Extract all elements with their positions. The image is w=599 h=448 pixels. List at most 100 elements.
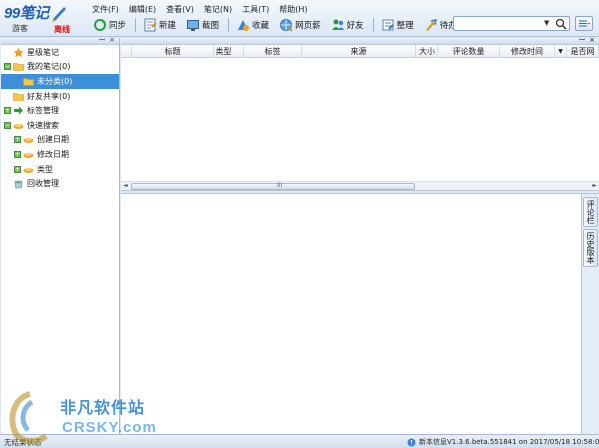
scroll-right-icon[interactable]: ► [592, 182, 597, 189]
column-header-sort[interactable]: ▼ [555, 45, 567, 58]
version-info-text[interactable]: 新本信息V1.3.6.beta.551841 on 2017/05/18 10:… [419, 437, 599, 447]
menu-view[interactable]: 查看(V) [166, 4, 194, 15]
organize-button[interactable]: 整理 [379, 17, 416, 33]
tree-item[interactable]: + 标签管理 [1, 103, 119, 118]
menu-help[interactable]: 帮助(H) [279, 4, 307, 15]
tree-item-label: 我的笔记(0) [27, 62, 71, 72]
collapse-icon[interactable]: − [4, 63, 11, 71]
tree-item[interactable]: 好友共享(0) [1, 89, 119, 104]
screenshot-icon [187, 20, 200, 31]
status-right: 新本信息V1.3.6.beta.551841 on 2017/05/18 10:… [407, 437, 599, 447]
column-header-tags[interactable]: 标签 [244, 45, 302, 58]
tree-item[interactable]: 回收管理 [1, 176, 119, 191]
tree-item-label: 未分类(0) [37, 76, 73, 86]
expand-icon[interactable]: + [14, 165, 21, 173]
note-list-panel: ꟷ × 标题 类型 标签 来源 大小 评论数量 修改时间 ▼ 是否网 ◄ III ► [121, 36, 599, 190]
tree-item[interactable]: + 类型 [1, 162, 119, 177]
status-left-text: 无结果状态 [4, 438, 42, 447]
folder-icon [23, 76, 34, 87]
scroll-left-icon[interactable]: ◄ [123, 182, 128, 189]
close-icon[interactable]: × [109, 36, 115, 44]
tree-item-label: 回收管理 [27, 179, 59, 189]
tree-item[interactable]: + 创建日期 [1, 133, 119, 148]
folder-icon [13, 61, 24, 72]
collect-button[interactable]: 收藏 [234, 17, 271, 33]
organize-label: 整理 [396, 21, 414, 31]
horizontal-scrollbar[interactable]: ◄ III ► [121, 181, 599, 190]
tab-comments[interactable]: 评论栏 [583, 197, 598, 227]
globe-icon [280, 19, 293, 32]
webpage-button[interactable]: 网页薪 [277, 17, 323, 33]
pen-icon [52, 7, 66, 22]
view-options-button[interactable] [575, 16, 593, 31]
tree-item-label: 星级笔记 [27, 47, 59, 57]
friends-button[interactable]: 好友 [329, 17, 366, 33]
notebook-tree-panel: ꟷ × 星级笔记 − 我的笔记(0) 未分类(0) 好友共享(0) + 标签管理 − 快速搜索 +… [1, 36, 120, 434]
column-header-title[interactable]: 标题 [132, 45, 214, 58]
tree-item[interactable]: 星级笔记 [1, 45, 119, 60]
dish-icon [23, 134, 34, 145]
column-header-row: 标题 类型 标签 来源 大小 评论数量 修改时间 ▼ 是否网 [121, 45, 599, 58]
toolbar-separator [372, 18, 374, 32]
search-input[interactable]: ▼ [453, 16, 570, 31]
expand-icon[interactable]: + [4, 107, 11, 115]
close-icon[interactable]: × [589, 36, 595, 44]
tree-item[interactable]: − 快速搜索 [1, 118, 119, 133]
app-brand: 99笔记 [4, 5, 49, 22]
tab-history[interactable]: 历史版本 [583, 229, 598, 267]
menu-tools[interactable]: 工具(T) [242, 4, 269, 15]
notebook-tree: 星级笔记 − 我的笔记(0) 未分类(0) 好友共享(0) + 标签管理 − 快速搜索 + 创建日期… [1, 45, 119, 191]
side-tab-strip: 评论栏 历史版本 [582, 194, 599, 434]
sync-button[interactable]: 同步 [91, 17, 128, 33]
user-name[interactable]: 游客 [12, 23, 28, 34]
tree-item-label: 快速搜索 [27, 120, 59, 130]
friends-label: 好友 [346, 21, 364, 31]
menu-note[interactable]: 笔记(N) [204, 4, 232, 15]
update-info-icon [407, 438, 416, 446]
new-note-button[interactable]: 新建 [141, 17, 178, 33]
arrow-right-icon [13, 105, 24, 116]
tree-panel-header: ꟷ × [1, 36, 119, 45]
sync-icon [94, 19, 106, 31]
column-header-size[interactable]: 大小 [416, 45, 438, 58]
collapse-icon[interactable]: − [4, 121, 11, 129]
menu-edit[interactable]: 编辑(E) [129, 4, 156, 15]
expand-icon[interactable]: + [14, 136, 21, 144]
sync-label: 同步 [109, 21, 127, 31]
tree-item-label: 修改日期 [37, 149, 69, 159]
status-bar: 无结果状态 新本信息V1.3.6.beta.551841 on 2017/05/… [0, 434, 599, 448]
column-header-source[interactable]: 来源 [302, 45, 416, 58]
new-note-label: 新建 [159, 21, 177, 31]
toolbar-separator [135, 18, 137, 32]
column-header-modified[interactable]: 修改时间 [500, 45, 555, 58]
app-logo: 99笔记 游客 离线 [4, 2, 76, 35]
list-panel-header: ꟷ × [121, 36, 599, 45]
recycle-icon [13, 178, 24, 189]
collect-label: 收藏 [252, 21, 270, 31]
folder-icon [13, 91, 24, 102]
tree-item[interactable]: − 我的笔记(0) [1, 60, 119, 75]
webpage-label: 网页薪 [295, 21, 321, 31]
tree-item[interactable]: + 修改日期 [1, 147, 119, 162]
scrollbar-grip: III [277, 182, 283, 189]
offline-status: 离线 [54, 25, 70, 34]
note-editor-area[interactable] [121, 194, 582, 434]
search-dropdown-arrow[interactable]: ▼ [544, 19, 549, 27]
scrollbar-thumb[interactable]: III [131, 182, 415, 190]
expand-icon[interactable]: + [14, 150, 21, 158]
column-header-comments[interactable]: 评论数量 [438, 45, 500, 58]
search-icon[interactable] [555, 18, 567, 30]
screenshot-label: 截图 [202, 21, 220, 31]
pin-icon[interactable]: ꟷ [579, 36, 585, 45]
column-header-web[interactable]: 是否网 [567, 45, 599, 58]
menu-file[interactable]: 文件(F) [92, 4, 119, 15]
collect-icon [238, 20, 250, 31]
title-toolbar-area: 99笔记 游客 离线 文件(F) 编辑(E) 查看(V) 笔记(N) 工具(T)… [0, 0, 599, 37]
screenshot-button[interactable]: 截图 [184, 17, 221, 33]
dish-icon [13, 120, 24, 131]
list-view-icon [579, 20, 590, 27]
pin-icon[interactable]: ꟷ [99, 36, 105, 45]
column-header-blank[interactable] [121, 45, 132, 58]
column-header-type[interactable]: 类型 [204, 45, 244, 58]
tree-item[interactable]: 未分类(0) [1, 74, 119, 89]
